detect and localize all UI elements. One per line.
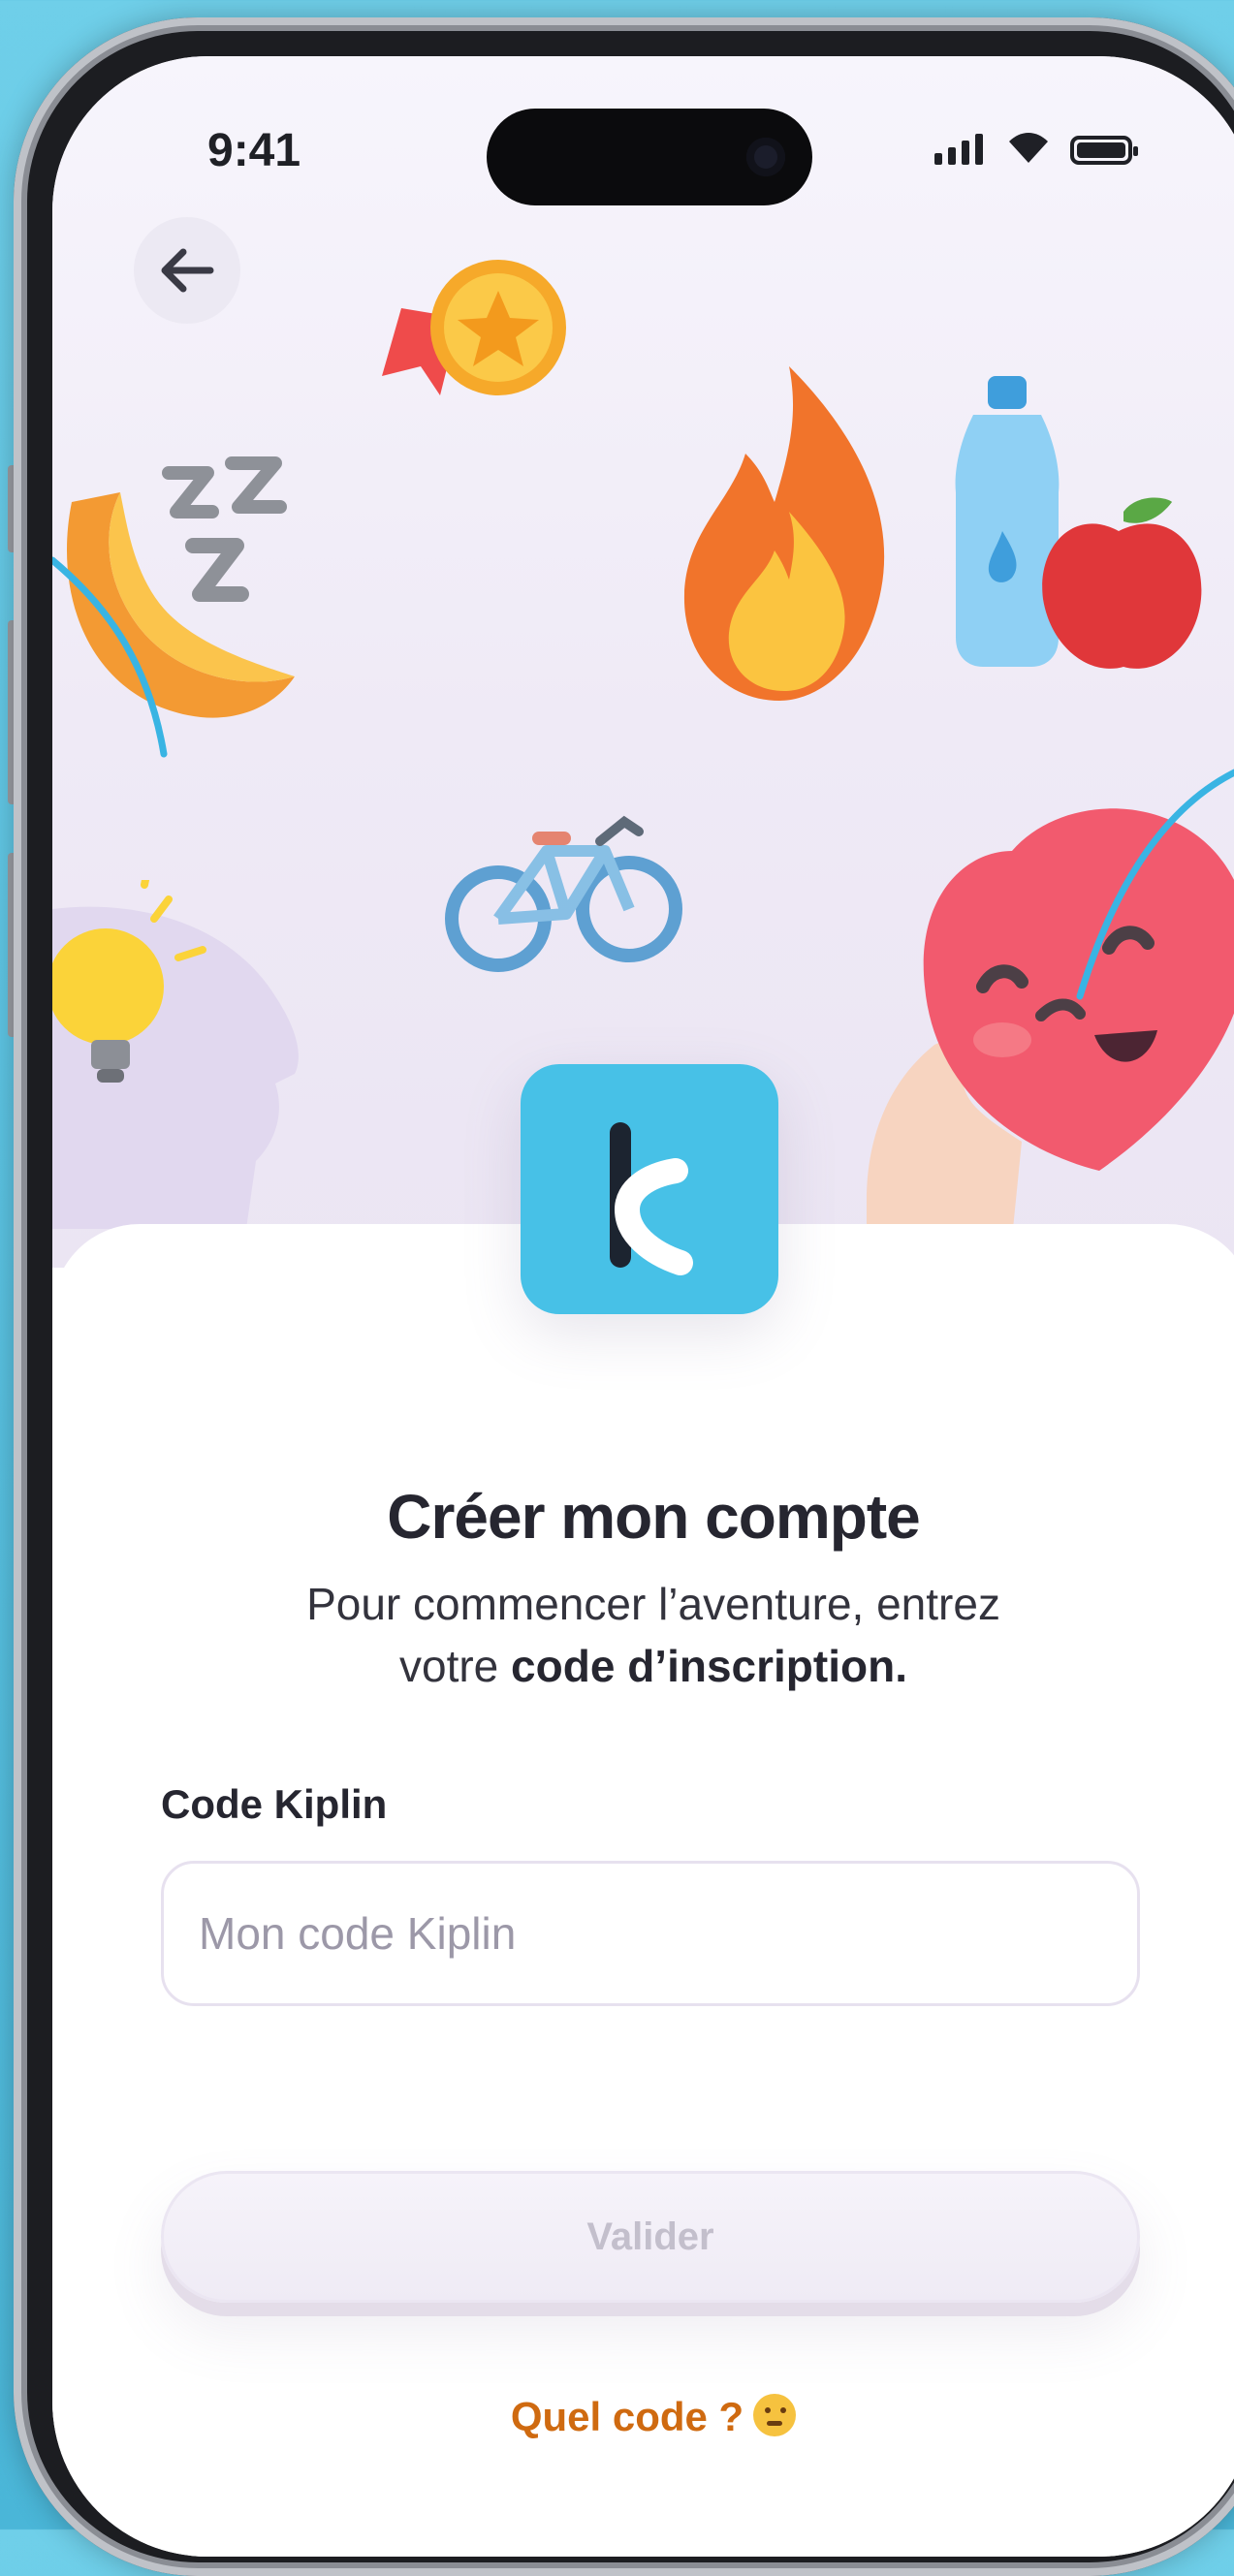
lightbulb-head-icon [52,880,299,1229]
decorative-curve [1076,769,1234,1000]
kiplin-logo-mark [610,1122,693,1275]
submit-button[interactable]: Valider [161,2171,1140,2303]
wifi-icon [1009,133,1048,163]
help-link-label: Quel code ? [510,2394,744,2439]
code-field-label: Code Kiplin [161,1781,388,1827]
code-input[interactable] [161,1861,1140,2006]
medal-icon [382,260,566,395]
page-subtitle: Pour commencer l’aventure, entrez votre … [52,1573,1234,1697]
kiplin-logo [521,1064,778,1314]
subtitle-line: Pour commencer l’aventure, entrez votre … [256,1573,1051,1697]
phone-screen: 9:41 Créer mon compte Pour commencer l’a… [52,56,1234,2557]
phone-frame: 9:41 Créer mon compte Pour commencer l’a… [14,17,1234,2576]
camera-icon [746,138,785,176]
status-time: 9:41 [207,125,301,176]
dynamic-island [487,109,812,205]
decorative-curve [52,556,168,758]
thinking-face-icon [753,2394,797,2436]
bicycle-icon [445,815,682,972]
status-bar: 9:41 [52,56,1234,211]
back-arrow-icon [161,248,214,293]
battery-icon [1070,136,1138,165]
subtitle-emphasis: code d’inscription. [511,1641,907,1691]
flame-icon [683,366,885,701]
back-button[interactable] [134,217,240,324]
signal-icon [934,132,983,165]
apple-icon [1042,497,1202,669]
help-link[interactable]: Quel code ? [52,2394,1234,2440]
page-title: Créer mon compte [387,1482,920,1552]
